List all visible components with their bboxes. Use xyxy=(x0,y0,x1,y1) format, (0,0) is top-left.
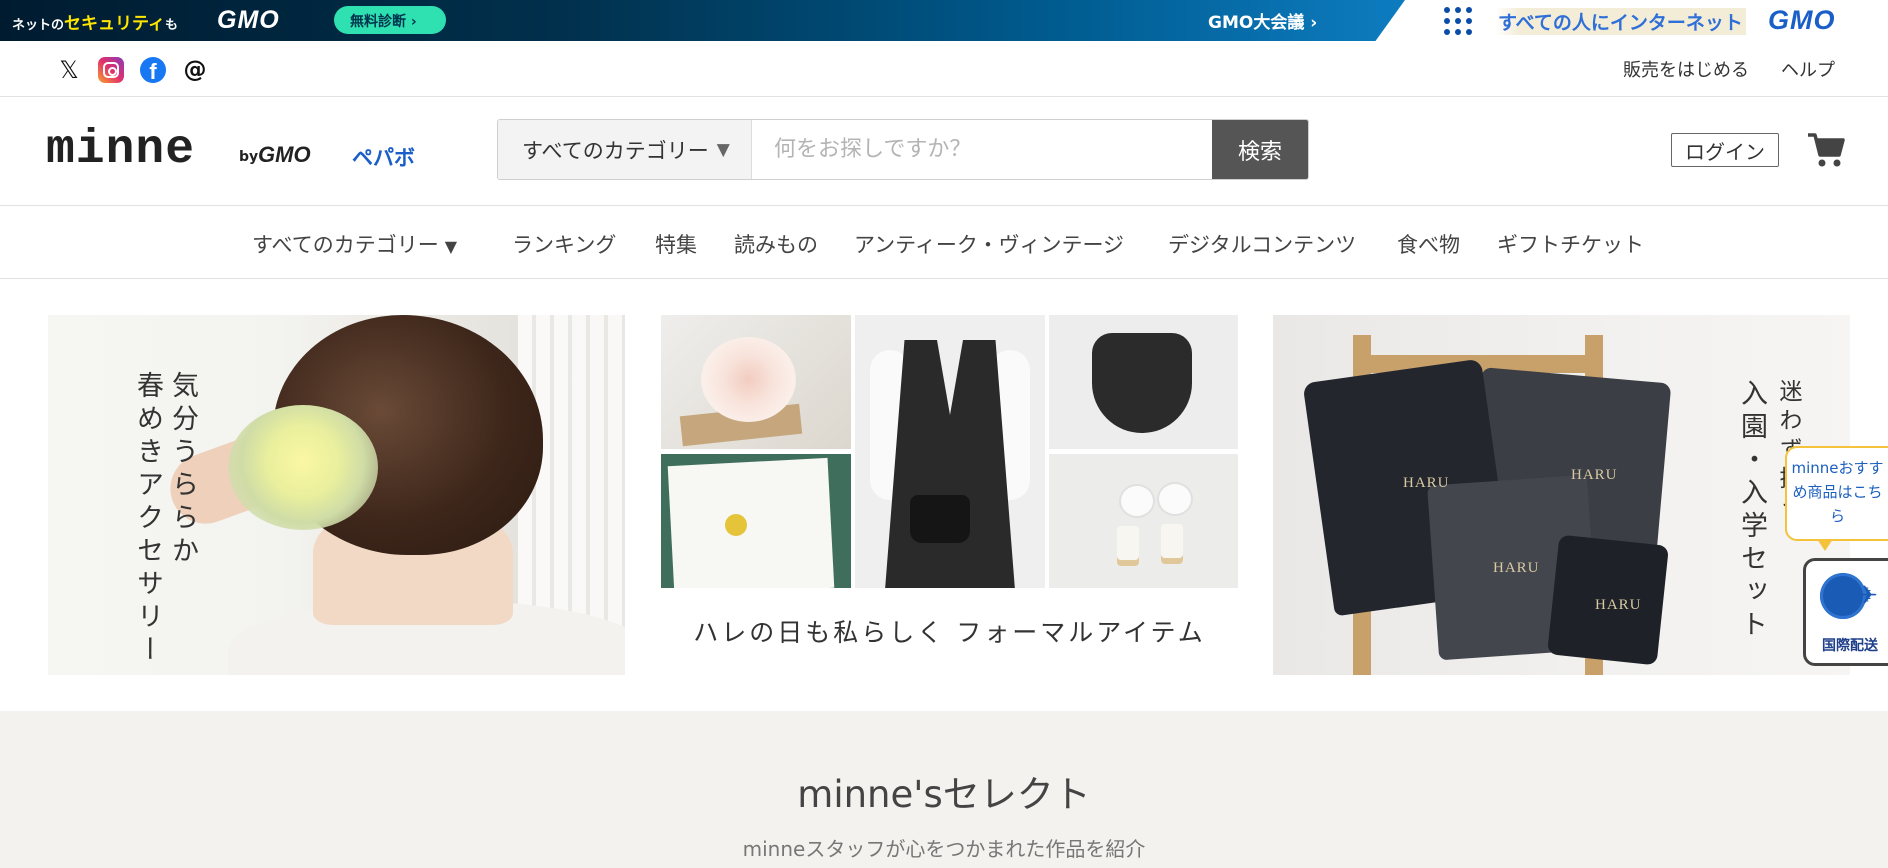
search-button[interactable]: 検索 xyxy=(1212,120,1308,179)
gmo-ad-left[interactable]: ネットのセキュリティも GMO 無料診断 › GMO大会議 › xyxy=(0,0,1405,41)
gmo-conference-link[interactable]: GMO大会議 › xyxy=(1208,8,1317,33)
free-diagnosis-button[interactable]: 無料診断 › xyxy=(334,6,446,34)
facebook-icon[interactable]: f xyxy=(140,57,166,84)
caret-down-icon: ▼ xyxy=(444,237,458,256)
photo-handkerchief xyxy=(661,454,851,588)
category-select-label: すべてのカテゴリー xyxy=(522,138,709,163)
caret-down-icon: ▼ xyxy=(716,139,730,160)
nav-ranking[interactable]: ランキング xyxy=(512,229,616,259)
gmo-logo-white: GMO xyxy=(217,6,280,34)
nav-all-categories[interactable]: すべてのカテゴリー ▼ xyxy=(252,229,457,259)
photo-dress xyxy=(855,315,1045,588)
photo-handbag xyxy=(1049,315,1238,449)
nav-gift-ticket[interactable]: ギフトチケット xyxy=(1497,229,1644,259)
threads-icon[interactable]: @ xyxy=(182,57,208,83)
section-title: minne'sセレクト xyxy=(797,773,1091,816)
gmo-security-highlight: セキュリティ xyxy=(64,14,165,34)
gmo-tagline[interactable]: すべての人にインターネット xyxy=(1495,8,1746,35)
recommend-bubble[interactable]: minneおすすめ商品はこちら xyxy=(1785,446,1888,551)
search-bar: すべてのカテゴリー ▼ 検索 xyxy=(497,119,1309,180)
bag-label-text: HARU xyxy=(1493,560,1540,576)
category-nav: すべてのカテゴリー ▼ ランキング 特集 読みもの アンティーク・ヴィンテージ デ… xyxy=(0,206,1888,279)
banner-right-line2: 入園・入学セット xyxy=(1736,379,1767,643)
section-subtitle: minneスタッフが心をつかまれた作品を紹介 xyxy=(742,837,1146,861)
banner-center-caption: ハレの日も私らしく フォーマルアイテム xyxy=(693,618,1206,647)
gmo-grid-icon xyxy=(1444,7,1472,35)
utility-bar: 𝕏 f @ 販売をはじめる ヘルプ xyxy=(0,41,1888,97)
instagram-icon[interactable] xyxy=(98,57,124,83)
nav-articles[interactable]: 読みもの xyxy=(734,229,818,259)
site-header: minne by GMO ペパボ すべてのカテゴリー ▼ 検索 ログイン xyxy=(0,97,1888,206)
banner-formal-items[interactable]: ハレの日も私らしく フォーマルアイテム xyxy=(661,315,1238,675)
banner-left-line1: 気分うららか xyxy=(167,371,198,569)
gmo-security-text: ネットのセキュリティも xyxy=(12,9,178,34)
banner-school-set[interactable]: HARU HARU HARU HARU 迷わず揃う 入園・入学セット xyxy=(1273,315,1850,675)
gmo-security-prefix: ネットの xyxy=(12,18,65,33)
cart-icon[interactable] xyxy=(1806,131,1846,169)
minne-logo[interactable]: minne xyxy=(46,123,195,177)
nav-antique-vintage[interactable]: アンティーク・ヴィンテージ xyxy=(854,229,1124,259)
help-link[interactable]: ヘルプ xyxy=(1781,56,1835,82)
bag-label-text: HARU xyxy=(1595,597,1642,613)
nav-features[interactable]: 特集 xyxy=(655,229,697,259)
photo-earrings xyxy=(1049,454,1238,588)
gmo-security-suffix: も xyxy=(165,18,179,33)
category-select[interactable]: すべてのカテゴリー ▼ xyxy=(498,120,752,179)
nav-food[interactable]: 食べ物 xyxy=(1397,229,1460,259)
airplane-icon: ✈ xyxy=(1856,581,1878,611)
gmo-ad-banner[interactable]: ネットのセキュリティも GMO 無料診断 › GMO大会議 › すべての人にイン… xyxy=(0,0,1888,41)
international-shipping-widget[interactable]: ✈ 国際配送 xyxy=(1803,558,1888,666)
international-shipping-label: 国際配送 xyxy=(1822,638,1878,654)
banner-spring-accessories[interactable]: 気分うららか 春めきアクセサリー xyxy=(48,315,625,675)
bag-label-text: HARU xyxy=(1403,475,1450,491)
gmo-logo-blue[interactable]: GMO xyxy=(1768,5,1836,36)
minnes-select-section: minne'sセレクト minneスタッフが心をつかまれた作品を紹介 xyxy=(0,711,1888,868)
start-selling-link[interactable]: 販売をはじめる xyxy=(1623,56,1749,82)
logo-by-text: by xyxy=(239,149,259,165)
nav-all-categories-label: すべてのカテゴリー xyxy=(252,233,439,257)
search-input[interactable] xyxy=(752,120,1212,179)
logo-gmo-text: GMO xyxy=(258,142,311,167)
login-button[interactable]: ログイン xyxy=(1671,133,1779,167)
logo-pepabo-text: ペパボ xyxy=(352,146,415,170)
bag-label-text: HARU xyxy=(1571,467,1618,483)
nav-digital-content[interactable]: デジタルコンテンツ xyxy=(1168,229,1356,259)
banner-photo-scrunchie xyxy=(228,405,378,530)
banner-left-line2: 春めきアクセサリー xyxy=(132,371,163,668)
x-icon[interactable]: 𝕏 xyxy=(56,56,82,84)
photo-corsage xyxy=(661,315,851,449)
